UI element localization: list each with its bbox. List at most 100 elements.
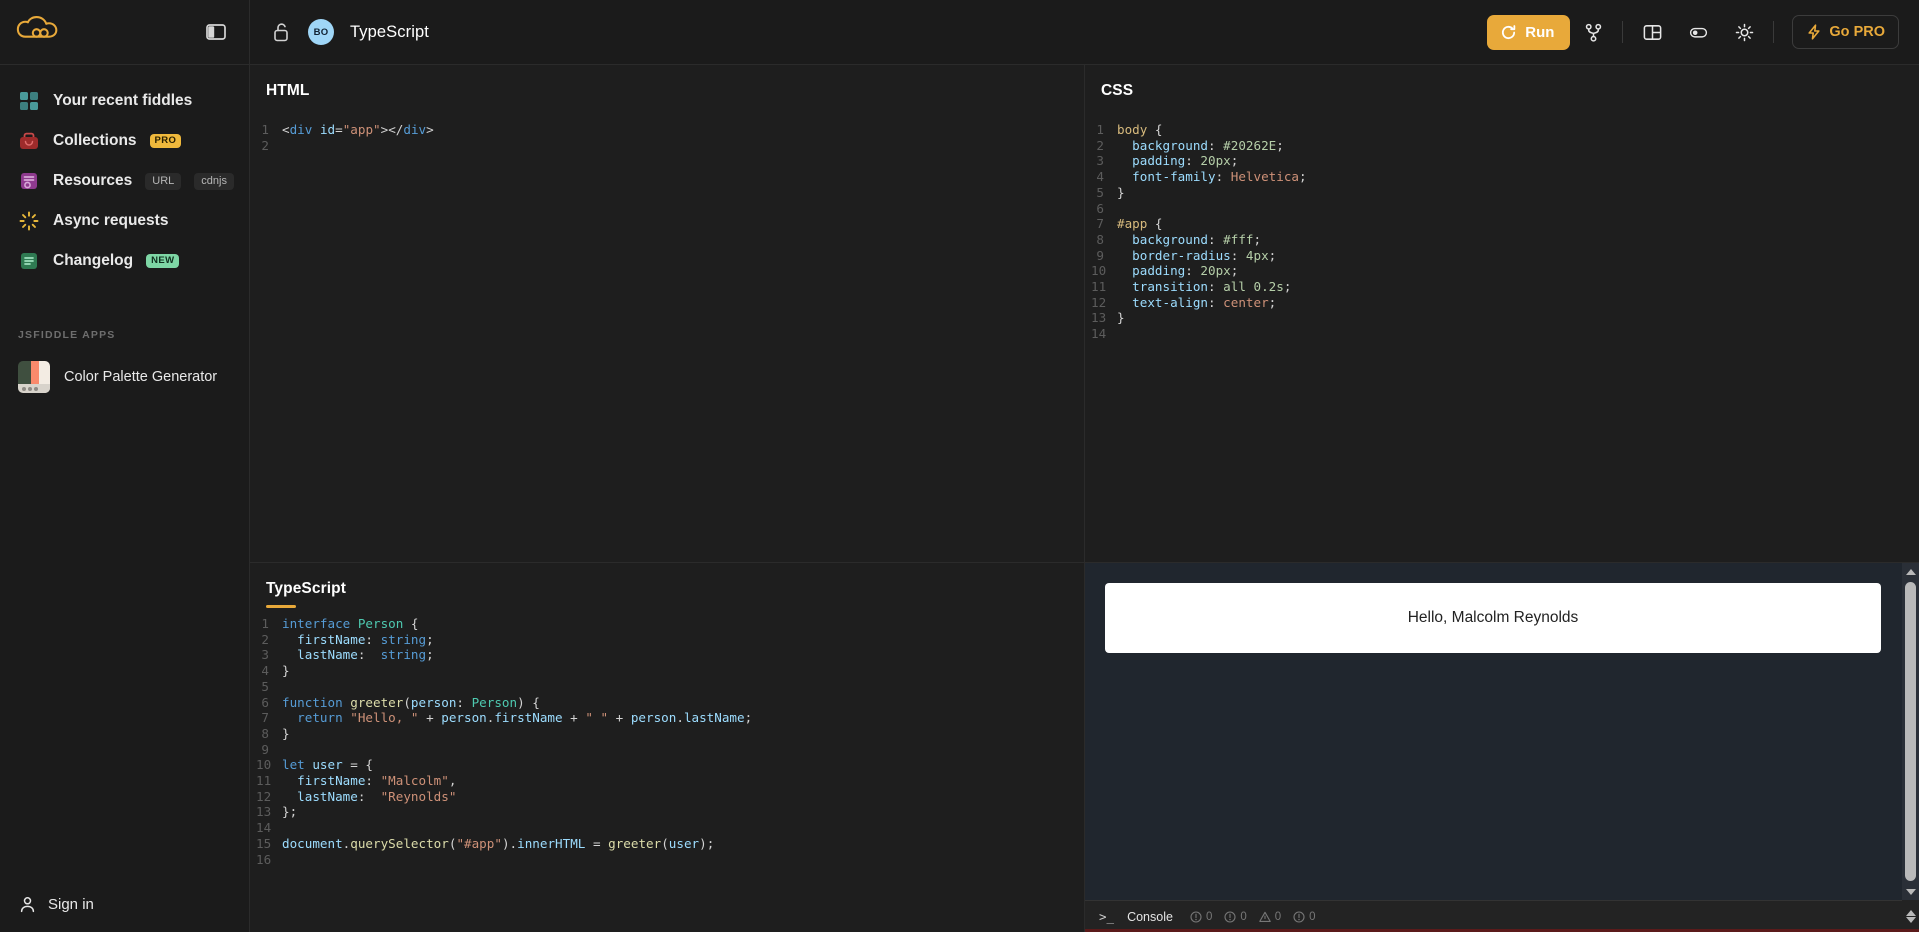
scroll-down-arrow[interactable] xyxy=(1902,883,1919,900)
console-info-counter[interactable]: 0 xyxy=(1190,911,1212,923)
code-line: 10 padding: 20px; xyxy=(1091,263,1919,279)
line-number: 16 xyxy=(256,851,272,867)
line-number: 10 xyxy=(1091,263,1107,279)
code-line-text: } xyxy=(1117,310,1125,326)
sign-in-button[interactable]: Sign in xyxy=(0,876,249,932)
run-button[interactable]: Run xyxy=(1487,14,1571,50)
code-line: 8 background: #fff; xyxy=(1091,232,1919,248)
code-line: 14 xyxy=(1091,326,1919,342)
code-line-text: lastName: "Reynolds" xyxy=(282,788,457,804)
line-number: 2 xyxy=(1096,137,1104,153)
code-line: 15 document.querySelector("#app").innerHT… xyxy=(256,836,1084,852)
code-line: 5} xyxy=(1091,185,1919,201)
toolbar-right: Run Go PRO xyxy=(1487,0,1919,64)
line-number: 3 xyxy=(261,647,269,663)
code-line-text: border-radius: 4px; xyxy=(1117,247,1277,263)
bag-icon xyxy=(20,132,38,149)
sidebar-item-changelog[interactable]: Changelog NEW xyxy=(0,241,249,281)
code-line-text: return "Hello, " + person.firstName + " … xyxy=(282,710,753,726)
sidebar-item-collections[interactable]: Collections PRO xyxy=(0,121,249,161)
toolbar-divider-2 xyxy=(1773,21,1775,43)
run-label: Run xyxy=(1525,23,1555,41)
code-line: 4 font-family: Helvetica; xyxy=(1091,169,1919,185)
avatar[interactable]: BO xyxy=(308,19,334,45)
console-bar[interactable]: >_ Console 0 0 0 0 xyxy=(1085,900,1919,932)
layout-button[interactable] xyxy=(1629,12,1675,52)
code-line: 5 xyxy=(256,679,1084,695)
counter-value: 0 xyxy=(1205,910,1213,923)
code-line-text: } xyxy=(1117,184,1125,200)
workspace: HTML 1 <div id="app"></div> 2 CSS 1 body {2… xyxy=(250,65,1919,932)
console-warning-counter[interactable]: 0 xyxy=(1259,911,1281,923)
line-number: 1 xyxy=(261,616,269,631)
console-debug-counter[interactable]: 0 xyxy=(1293,910,1316,923)
console-scroll-arrows[interactable] xyxy=(1902,900,1919,932)
sidebar-item-label: Resources xyxy=(53,172,133,189)
sun-icon xyxy=(1735,23,1754,41)
typescript-code-editor[interactable]: 1 interface Person {2 firstName: string; 3… xyxy=(250,616,1084,867)
code-line: 11 firstName: "Malcolm", xyxy=(256,773,1084,789)
url-badge[interactable]: URL xyxy=(145,172,182,190)
sidebar-app-color-palette-generator[interactable]: Color Palette Generator xyxy=(0,355,249,399)
html-code-editor[interactable]: 1 <div id="app"></div> 2 xyxy=(250,122,1084,153)
line-number: 5 xyxy=(261,678,269,694)
code-line-text: background: #20262E; xyxy=(1117,137,1284,153)
sidebar-item-label: Changelog xyxy=(53,252,134,269)
code-line-text: let user = { xyxy=(282,757,374,773)
jsfiddle-logo[interactable] xyxy=(16,14,72,50)
line-number: 12 xyxy=(256,788,272,804)
result-panel: Hello, Malcolm Reynolds >_ Console 0 0 0… xyxy=(1085,562,1919,932)
scrollbar-thumb[interactable] xyxy=(1905,582,1916,881)
bottom-row: TypeScript 1 interface Person {2 firstNam… xyxy=(250,562,1919,932)
theme-button[interactable] xyxy=(1721,12,1767,52)
code-line-text: body { xyxy=(1117,122,1163,137)
error-circle-icon xyxy=(1224,910,1236,923)
console-prompt-glyph: >_ xyxy=(1099,909,1115,924)
fork-button[interactable] xyxy=(1570,12,1616,52)
pane-accent-underline xyxy=(266,605,296,608)
sidebar-item-resources[interactable]: Resources URL cdnjs xyxy=(0,161,249,201)
editors-top-row: HTML 1 <div id="app"></div> 2 CSS 1 body {2… xyxy=(250,65,1919,562)
pro-badge: PRO xyxy=(149,133,182,149)
result-output-card: Hello, Malcolm Reynolds xyxy=(1105,583,1881,653)
css-code-editor[interactable]: 1 body {2 background: #20262E; 3 padding: … xyxy=(1085,122,1919,342)
line-number: 9 xyxy=(1096,247,1104,263)
html-pane-title: HTML xyxy=(266,82,310,99)
sidebar-toggle-icon[interactable] xyxy=(205,21,227,43)
code-line-text: #app { xyxy=(1117,216,1163,232)
unlock-icon[interactable] xyxy=(272,21,292,43)
toggle-button[interactable] xyxy=(1675,12,1721,52)
cdnjs-badge[interactable]: cdnjs xyxy=(194,172,234,190)
fiddle-title[interactable]: TypeScript xyxy=(350,23,429,42)
line-number: 6 xyxy=(261,694,269,710)
scroll-up-arrow[interactable] xyxy=(1902,563,1919,580)
lightning-bolt-icon xyxy=(1808,24,1821,40)
code-line-text: } xyxy=(282,663,290,679)
sidebar-item-recent-fiddles[interactable]: Your recent fiddles xyxy=(0,81,249,121)
code-line: 6 function greeter(person: Person) { xyxy=(256,695,1084,711)
line-number: 1 xyxy=(1096,122,1104,137)
code-line-text: font-family: Helvetica; xyxy=(1117,169,1307,185)
code-line: 2 xyxy=(256,138,1084,154)
layout-icon xyxy=(1643,24,1662,40)
toggle-switch-icon xyxy=(1689,27,1707,38)
result-scrollbar[interactable] xyxy=(1902,563,1919,900)
console-error-counter[interactable]: 0 xyxy=(1224,910,1247,923)
sidebar-item-async-requests[interactable]: Async requests xyxy=(0,201,249,241)
code-line: 8} xyxy=(256,726,1084,742)
line-number: 6 xyxy=(1096,200,1104,216)
go-pro-button[interactable]: Go PRO xyxy=(1792,15,1899,49)
console-scroll-down[interactable] xyxy=(1905,916,1916,923)
line-number: 14 xyxy=(256,820,272,836)
code-line: 3 lastName: string; xyxy=(256,647,1084,663)
console-label: Console xyxy=(1127,909,1173,924)
line-number: 5 xyxy=(1096,184,1104,200)
counter-value: 0 xyxy=(1309,910,1316,923)
code-line: 7 return "Hello, " + person.firstName + … xyxy=(256,710,1084,726)
console-scroll-up[interactable] xyxy=(1905,909,1916,916)
